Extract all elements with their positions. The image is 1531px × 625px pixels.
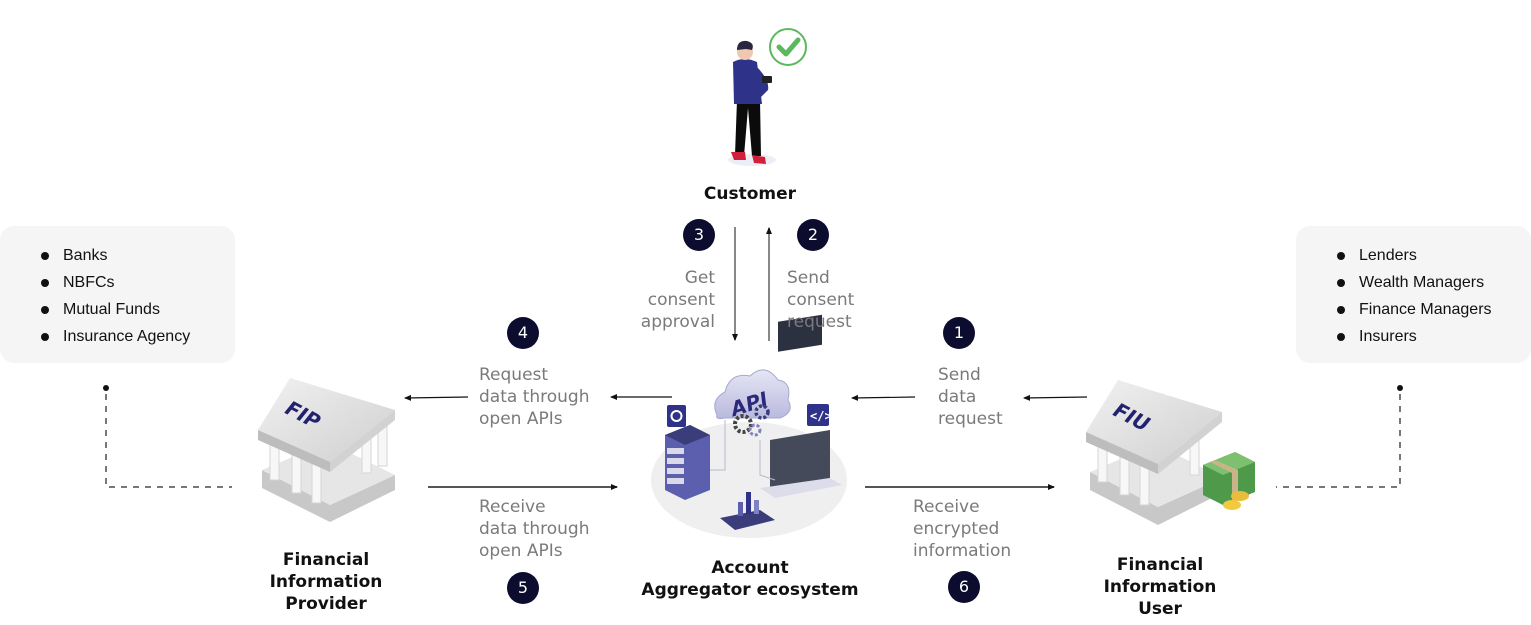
step-6-text: Receive encrypted information <box>913 497 1012 561</box>
money-icon <box>1203 452 1255 510</box>
step-4-text: Request data through open APIs <box>479 365 590 429</box>
arrow-request-data-left <box>404 394 469 401</box>
aggregator-label: Account Aggregator ecosystem <box>641 558 859 600</box>
fip-label: Financial Information Provider <box>269 550 383 614</box>
step-badge-3: 3 <box>683 219 715 251</box>
svg-text:</>: </> <box>810 409 832 423</box>
step-badge-6: 6 <box>948 571 980 603</box>
fiu-list-connector <box>1276 385 1403 488</box>
step-5-text: Receive data through open APIs <box>479 497 590 561</box>
code-badge-icon: </> <box>807 404 832 426</box>
step-2-text: Send consent request <box>787 268 855 332</box>
fiu-bank-icon: FIU <box>1086 380 1222 525</box>
step-badge-4: 4 <box>507 317 539 349</box>
step-3-text: Get consent approval <box>640 268 715 332</box>
diagram-canvas: FIP FIU API </> <box>103 28 1403 538</box>
step-badge-1: 1 <box>943 317 975 349</box>
server-icon <box>665 425 710 500</box>
api-cloud-icon: API <box>714 369 791 422</box>
fiu-label: Financial Information User <box>1103 555 1217 619</box>
customer-illustration <box>728 40 776 166</box>
fip-list-connector <box>103 385 232 488</box>
gear-badge-icon <box>667 405 686 427</box>
step-badge-5: 5 <box>507 572 539 604</box>
customer-label: Customer <box>703 184 797 204</box>
check-icon <box>769 28 807 66</box>
step-1-text: Send data request <box>938 365 1003 429</box>
step-badge-2: 2 <box>797 219 829 251</box>
fip-bank-icon: FIP <box>258 378 395 522</box>
arrow-send-data-request-left <box>851 394 916 401</box>
aggregator-illustration: API </> <box>651 314 847 538</box>
